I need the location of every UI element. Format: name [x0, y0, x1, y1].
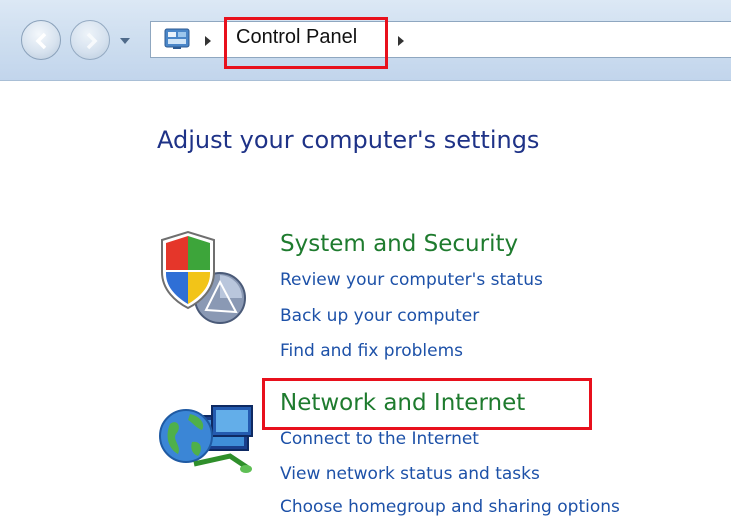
- back-arrow-icon: [35, 32, 47, 50]
- address-bar: Control Panel: [0, 0, 731, 81]
- forward-arrow-icon: [86, 32, 98, 50]
- task-review-status[interactable]: Review your computer's status: [280, 270, 543, 290]
- shield-icon[interactable]: [158, 230, 250, 326]
- task-view-network-status[interactable]: View network status and tasks: [280, 464, 540, 484]
- task-connect-internet[interactable]: Connect to the Internet: [280, 429, 479, 449]
- breadcrumb-highlight-box: [224, 17, 388, 69]
- back-button[interactable]: [21, 20, 61, 60]
- task-back-up[interactable]: Back up your computer: [280, 306, 479, 326]
- category-highlight-box: [262, 378, 592, 430]
- forward-button[interactable]: [70, 20, 110, 60]
- breadcrumb-separator-icon[interactable]: [205, 36, 211, 46]
- control-panel-icon[interactable]: [164, 28, 190, 50]
- network-globe-icon[interactable]: [158, 398, 258, 482]
- page-title: Adjust your computer's settings: [157, 126, 540, 154]
- task-find-fix-problems[interactable]: Find and fix problems: [280, 341, 463, 361]
- chevron-down-icon[interactable]: [118, 36, 132, 46]
- task-homegroup-sharing[interactable]: Choose homegroup and sharing options: [280, 497, 620, 517]
- category-system-security[interactable]: System and Security: [280, 231, 518, 257]
- breadcrumb-separator-icon[interactable]: [398, 36, 404, 46]
